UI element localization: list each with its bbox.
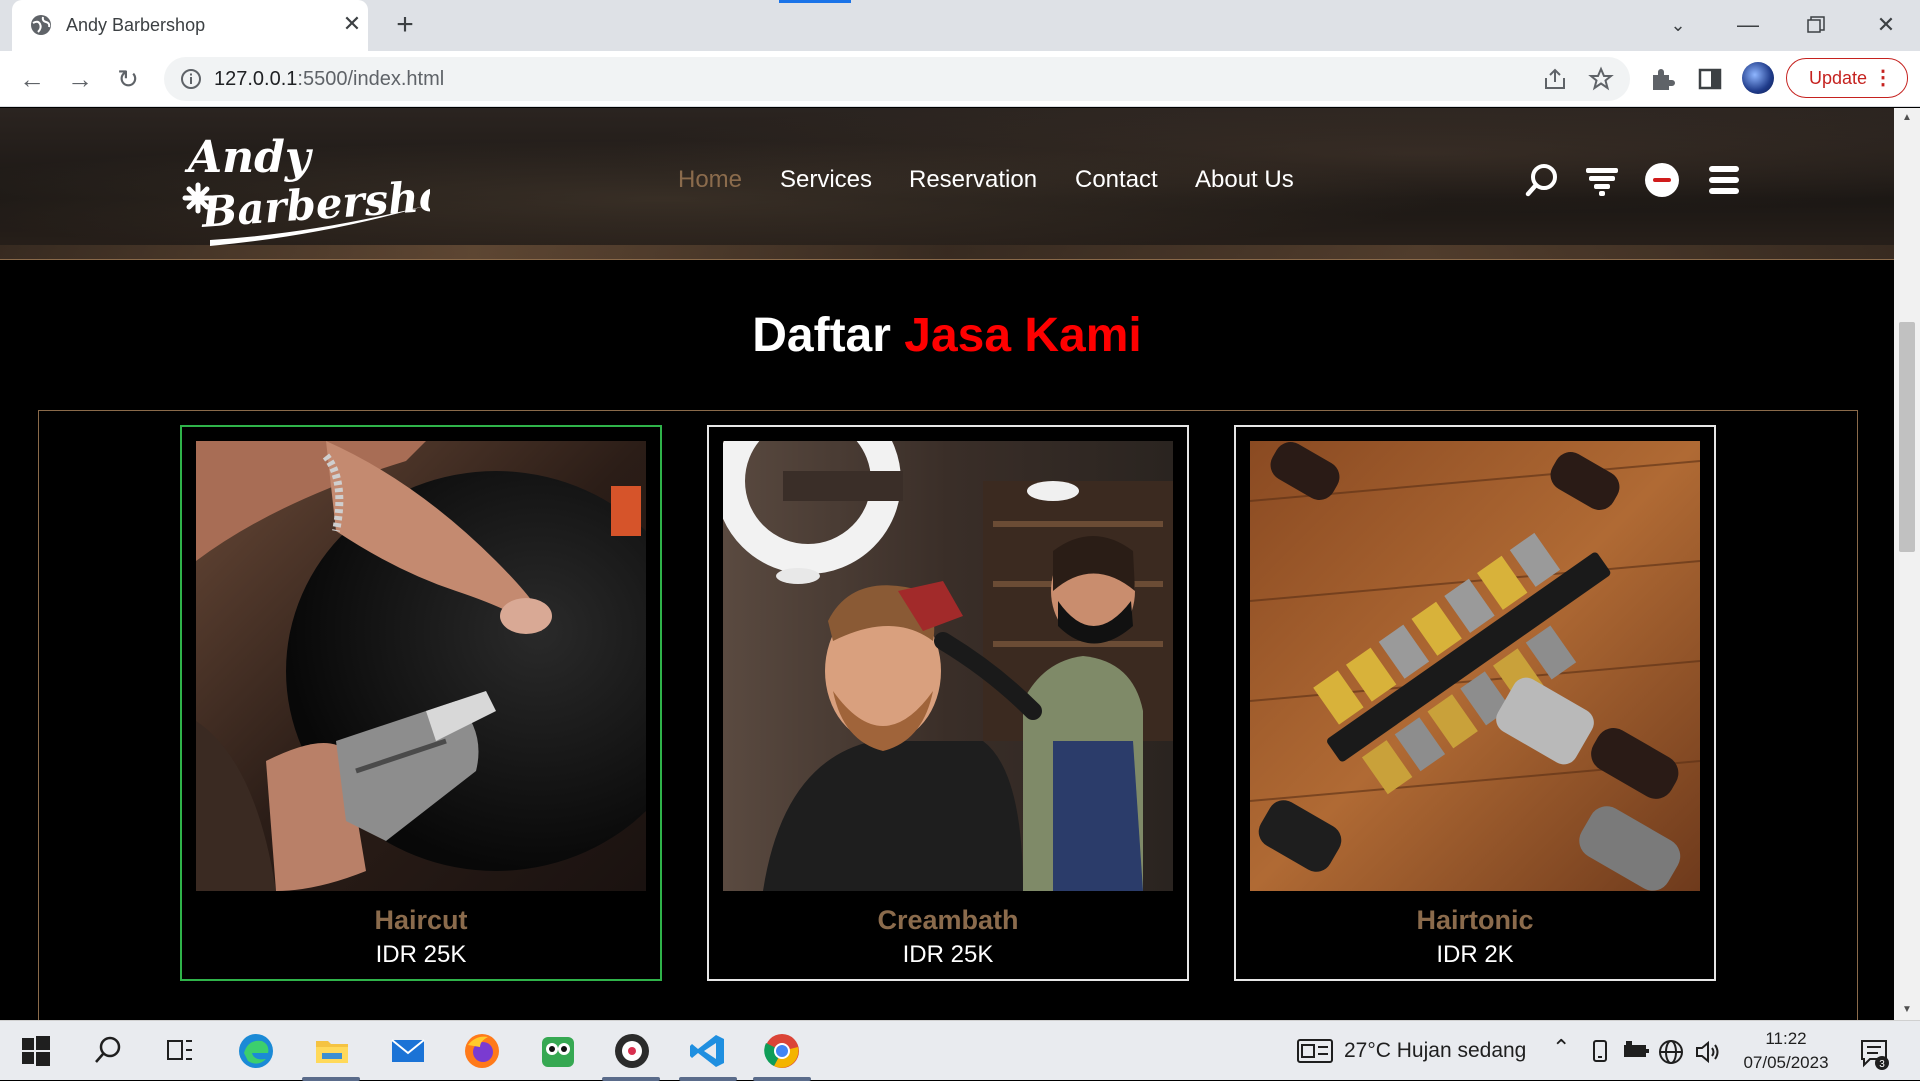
device-icon[interactable] xyxy=(1590,1039,1610,1063)
update-label: Update xyxy=(1809,68,1868,88)
scrollbar-thumb[interactable] xyxy=(1899,322,1915,552)
menu-icon[interactable] xyxy=(1706,162,1742,198)
search-icon[interactable] xyxy=(1524,162,1560,198)
filter-icon[interactable] xyxy=(1584,162,1620,198)
creambath-photo xyxy=(723,441,1173,891)
notification-center-icon[interactable]: 3 xyxy=(1858,1037,1892,1071)
media-player-icon[interactable] xyxy=(612,1031,652,1071)
site-header: Andy Barbershop Home Services Reservatio… xyxy=(0,108,1894,260)
section-title-plain: Daftar xyxy=(752,309,891,362)
new-tab-button[interactable]: + xyxy=(388,8,422,42)
weather-text[interactable]: 27°C Hujan sedang xyxy=(1344,1039,1526,1063)
browser-toolbar: ← → ↻ 127.0.0.1:5500/index.html xyxy=(0,51,1920,107)
task-view-icon[interactable] xyxy=(160,1031,200,1071)
tray-overflow-icon[interactable]: ⌃ xyxy=(1552,1035,1570,1061)
page-scrollbar[interactable]: ▲ ▼ xyxy=(1894,108,1920,1020)
haircut-photo xyxy=(196,441,646,891)
firefox-icon[interactable] xyxy=(462,1031,502,1071)
tab-title: Andy Barbershop xyxy=(66,15,206,35)
site-logo[interactable]: Andy Barbershop xyxy=(180,122,430,250)
mail-icon[interactable] xyxy=(388,1031,428,1071)
badge-icon[interactable] xyxy=(1644,162,1680,198)
scroll-down-icon[interactable]: ▼ xyxy=(1900,1004,1914,1015)
network-globe-icon[interactable] xyxy=(1658,1039,1684,1065)
vscode-active-indicator xyxy=(679,1077,737,1081)
extensions-puzzle-icon[interactable] xyxy=(1648,65,1676,93)
service-price: IDR 2K xyxy=(1436,941,1514,968)
edge-icon[interactable] xyxy=(236,1031,276,1071)
more-menu-icon[interactable]: ⋮ xyxy=(1873,59,1893,97)
service-price: IDR 25K xyxy=(902,941,994,968)
bookmark-star-icon[interactable] xyxy=(1588,66,1614,92)
weather-widget-icon[interactable] xyxy=(1296,1037,1334,1065)
svg-text:Andy: Andy xyxy=(184,132,314,183)
chrome-active-indicator xyxy=(753,1077,811,1081)
clock-time: 11:22 xyxy=(1765,1029,1807,1048)
service-price: IDR 25K xyxy=(375,941,467,968)
reload-button[interactable]: ↻ xyxy=(110,61,146,97)
service-card-hairtonic[interactable]: Hairtonic IDR 2K xyxy=(1234,425,1716,981)
address-bar[interactable]: 127.0.0.1:5500/index.html xyxy=(164,57,1630,101)
service-name: Hairtonic xyxy=(1416,905,1534,935)
search-taskbar-icon[interactable] xyxy=(88,1031,128,1071)
url-text[interactable]: 127.0.0.1:5500/index.html xyxy=(214,68,444,91)
url-host: 127.0.0.1 xyxy=(214,68,298,90)
clippers-photo xyxy=(1250,441,1700,891)
nav-home[interactable]: Home xyxy=(678,166,742,194)
browser-tab-bar: Andy Barbershop ✕ + ⌄ — ✕ xyxy=(0,0,1920,51)
page-viewport: Andy Barbershop Home Services Reservatio… xyxy=(0,108,1894,1020)
vscode-icon[interactable] xyxy=(688,1031,728,1071)
browser-tab[interactable]: Andy Barbershop ✕ xyxy=(12,0,368,51)
nav-contact[interactable]: Contact xyxy=(1075,166,1158,194)
forward-button[interactable]: → xyxy=(62,61,98,97)
nav-services[interactable]: Services xyxy=(780,166,872,194)
update-button[interactable]: Update ⋮ xyxy=(1786,58,1908,98)
notification-count: 3 xyxy=(1879,1059,1885,1070)
globe-icon xyxy=(31,15,51,35)
windows-start-icon[interactable] xyxy=(16,1031,56,1071)
loading-indicator xyxy=(779,0,851,3)
service-name: Creambath xyxy=(877,905,1019,935)
file-explorer-icon[interactable] xyxy=(312,1031,352,1071)
file-explorer-active-indicator xyxy=(302,1077,360,1081)
system-clock[interactable]: 11:22 07/05/2023 xyxy=(1734,1027,1838,1075)
service-name: Haircut xyxy=(374,905,468,935)
section-title-accent: Jasa Kami xyxy=(904,309,1142,362)
close-window-button[interactable]: ✕ xyxy=(1866,8,1906,42)
windows-taskbar: 27°C Hujan sedang ⌃ 11:22 07/05/2023 3 xyxy=(0,1020,1920,1081)
service-card-haircut[interactable]: Haircut IDR 25K xyxy=(180,425,662,981)
side-panel-icon[interactable] xyxy=(1696,65,1724,93)
chrome-icon[interactable] xyxy=(762,1031,802,1071)
clock-date: 07/05/2023 xyxy=(1743,1053,1829,1072)
scroll-up-icon[interactable]: ▲ xyxy=(1900,112,1914,123)
tab-search-icon[interactable]: ⌄ xyxy=(1658,8,1698,42)
url-path: :5500/index.html xyxy=(297,68,445,90)
owl-app-icon[interactable] xyxy=(538,1031,578,1071)
back-button[interactable]: ← xyxy=(14,61,50,97)
profile-avatar[interactable] xyxy=(1742,62,1774,94)
service-card-creambath[interactable]: Creambath IDR 25K xyxy=(707,425,1189,981)
minimize-button[interactable]: — xyxy=(1728,8,1768,42)
battery-icon[interactable] xyxy=(1622,1041,1650,1061)
share-icon[interactable] xyxy=(1542,66,1568,92)
nav-about-us[interactable]: About Us xyxy=(1195,166,1294,194)
restore-button[interactable] xyxy=(1796,8,1836,42)
media-player-active-indicator xyxy=(602,1077,660,1081)
close-tab-icon[interactable]: ✕ xyxy=(340,10,364,38)
volume-icon[interactable] xyxy=(1694,1039,1720,1065)
nav-reservation[interactable]: Reservation xyxy=(909,166,1037,194)
section-title: Daftar Jasa Kami xyxy=(0,308,1894,363)
site-info-icon[interactable] xyxy=(180,68,202,90)
